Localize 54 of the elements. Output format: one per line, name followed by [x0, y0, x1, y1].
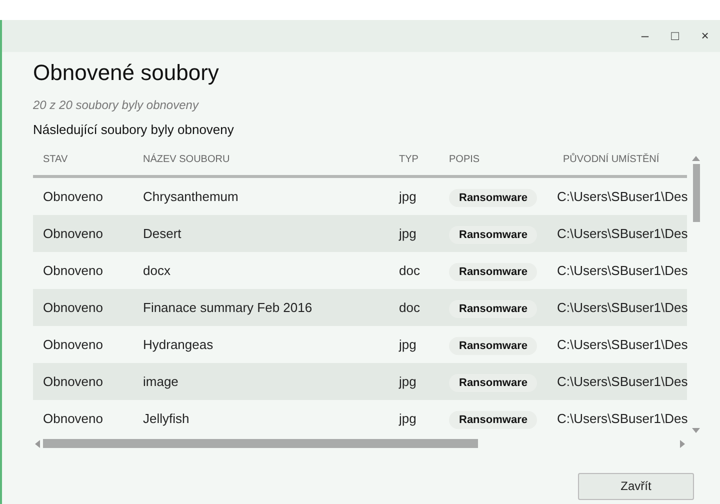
table-cell-text: Obnoveno: [42, 410, 103, 428]
description-tag: Ransomware: [449, 300, 538, 318]
summary-text: 20 z 20 soubory byly obnoveny: [33, 97, 200, 114]
table-cell-text: C:\Users\SBuser1\Des: [556, 262, 688, 280]
table-cell-text: doc: [398, 298, 420, 317]
table-cell-text: jpg: [398, 410, 416, 428]
table-cell-text: jpg: [398, 224, 416, 243]
column-header[interactable]: STAV: [43, 152, 68, 167]
table-cell-text: C:\Users\SBuser1\Des: [556, 298, 688, 317]
table-cell-text: Obnoveno: [42, 188, 103, 206]
table-cell-text: C:\Users\SBuser1\Des: [556, 372, 688, 391]
description-tag: Ransomware: [449, 226, 538, 244]
table-cell-text: Chrysanthemum: [142, 188, 238, 206]
table-cell-text: C:\Users\SBuser1\Des: [556, 188, 688, 206]
horizontal-scrollbar[interactable]: [33, 436, 687, 451]
table-cell-text: image: [142, 372, 178, 391]
scroll-left-icon[interactable]: [33, 438, 41, 449]
table-cell-text: docx: [142, 262, 170, 280]
scroll-down-icon[interactable]: [691, 426, 701, 435]
close-button[interactable]: Zavřít: [578, 472, 694, 500]
column-header[interactable]: NÁZEV SOUBORU: [143, 152, 230, 167]
table-cell-text: Obnoveno: [42, 372, 103, 391]
table-cell-text: Obnoveno: [42, 262, 103, 280]
scrollbar-thumb[interactable]: [693, 164, 700, 222]
table-cell-text: jpg: [398, 372, 416, 391]
table-cell-text: Desert: [142, 224, 182, 243]
maximize-button[interactable]: □: [662, 26, 688, 46]
table-cell-text: doc: [398, 262, 420, 280]
table-cell-text: C:\Users\SBuser1\Des: [556, 224, 688, 243]
column-header[interactable]: PŮVODNÍ UMÍSTĚNÍ: [563, 152, 660, 167]
table-cell-text: C:\Users\SBuser1\Des: [556, 410, 688, 428]
table-cell-text: jpg: [398, 336, 416, 354]
table-cell-text: Obnoveno: [42, 224, 103, 243]
table-caption: Následující soubory byly obnoveny: [33, 121, 235, 140]
close-window-button[interactable]: ×: [692, 26, 718, 46]
column-header[interactable]: POPIS: [449, 152, 480, 167]
table-cell-text: C:\Users\SBuser1\Des: [556, 336, 688, 354]
scroll-up-icon[interactable]: [691, 154, 701, 162]
column-header[interactable]: TYP: [399, 152, 418, 167]
description-tag: Ransomware: [449, 374, 538, 392]
description-tag: Ransomware: [449, 336, 538, 355]
table-cell-text: Finanace summary Feb 2016: [142, 298, 312, 317]
minimize-button[interactable]: ‒: [632, 26, 658, 46]
description-tag: Ransomware: [449, 262, 538, 281]
description-tag: Ransomware: [449, 410, 538, 429]
table-cell-text: jpg: [398, 188, 416, 206]
table-cell-text: Hydrangeas: [142, 336, 214, 354]
description-tag: Ransomware: [449, 188, 538, 207]
scrollbar-thumb[interactable]: [43, 439, 478, 448]
dialog-title: Obnovené soubory: [33, 60, 220, 86]
table-cell-text: Obnoveno: [42, 298, 103, 317]
table-cell-text: Jellyfish: [142, 410, 190, 428]
table-cell-text: Obnoveno: [42, 336, 103, 354]
scroll-right-icon[interactable]: [679, 438, 687, 449]
